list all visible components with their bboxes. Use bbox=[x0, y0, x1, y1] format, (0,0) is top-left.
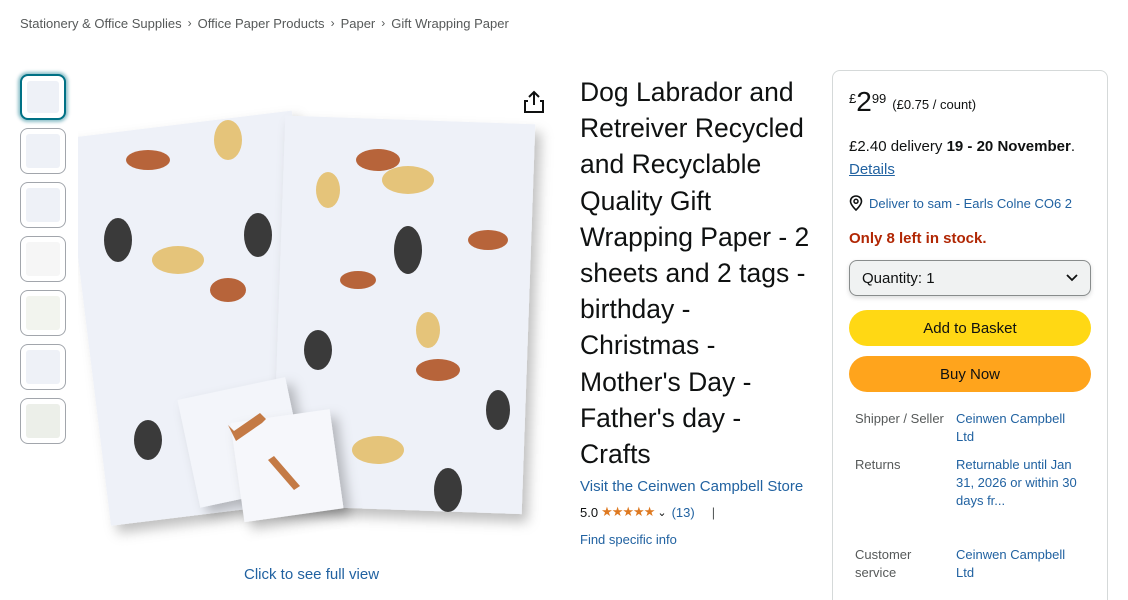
thumbnail-image[interactable] bbox=[20, 290, 66, 336]
star-rating-icon[interactable]: ★★★★★ bbox=[601, 504, 655, 520]
info-row-customer-service: Customer service Ceinwen Campbell Ltd bbox=[849, 546, 1091, 582]
breadcrumb-separator: › bbox=[381, 16, 386, 30]
deliver-to-text: Deliver to sam - Earls Colne CO6 2 bbox=[869, 195, 1073, 211]
info-key: Shipper / Seller bbox=[855, 411, 944, 426]
breadcrumb-item[interactable]: Office Paper Products bbox=[198, 16, 325, 31]
info-key: Customer service bbox=[855, 547, 912, 580]
delivery-prefix: £2.40 delivery bbox=[849, 138, 943, 155]
thumbnail-image[interactable] bbox=[20, 398, 66, 444]
price: £ 2 99 (£0.75 / count) bbox=[849, 87, 1091, 117]
customer-service-link[interactable]: Ceinwen Campbell Ltd bbox=[956, 546, 1086, 582]
quantity-select[interactable]: Quantity: 1 bbox=[849, 260, 1091, 296]
thumbnail-image[interactable] bbox=[20, 182, 66, 228]
seller-info-table: Shipper / Seller Ceinwen Campbell Ltd Re… bbox=[849, 410, 1091, 582]
unit-price: (£0.75 / count) bbox=[892, 97, 977, 112]
stock-status: Only 8 left in stock. bbox=[849, 230, 987, 247]
find-info-link[interactable]: Find specific info bbox=[580, 532, 812, 547]
product-title: Dog Labrador and Retreiver Recycled and … bbox=[580, 77, 810, 470]
rating-value: 5.0 bbox=[580, 504, 599, 520]
breadcrumb-separator: › bbox=[187, 16, 192, 30]
share-icon[interactable] bbox=[520, 88, 548, 116]
delivery-info: £2.40 delivery 19 - 20 November. Details bbox=[849, 135, 1091, 181]
review-count-link[interactable]: (13) bbox=[672, 505, 695, 520]
returns-link[interactable]: Returnable until Jan 31, 2026 or within … bbox=[956, 456, 1086, 510]
price-fraction: 99 bbox=[871, 91, 887, 106]
breadcrumb-item[interactable]: Gift Wrapping Paper bbox=[391, 16, 509, 31]
rating-row: 5.0 ★★★★★ ⌄ (13) | bbox=[580, 504, 812, 520]
thumbnail-image[interactable] bbox=[20, 236, 66, 282]
details-link[interactable]: Details bbox=[849, 161, 895, 178]
buy-now-button[interactable]: Buy Now bbox=[849, 356, 1091, 392]
product-info: Dog Labrador and Retreiver Recycled and … bbox=[580, 74, 812, 547]
main-product-image[interactable] bbox=[78, 80, 556, 550]
seller-link[interactable]: Ceinwen Campbell Ltd bbox=[956, 410, 1086, 446]
thumbnail-image[interactable] bbox=[20, 74, 66, 120]
buy-box: £ 2 99 (£0.75 / count) £2.40 delivery 19… bbox=[832, 70, 1108, 600]
breadcrumb-item[interactable]: Paper bbox=[341, 16, 376, 31]
breadcrumb: Stationery & Office Supplies › Office Pa… bbox=[20, 16, 509, 31]
breadcrumb-separator: › bbox=[330, 16, 335, 30]
info-row-returns: Returns Returnable until Jan 31, 2026 or… bbox=[849, 456, 1091, 510]
divider: | bbox=[711, 504, 716, 520]
store-link[interactable]: Visit the Ceinwen Campbell Store bbox=[580, 476, 812, 498]
delivery-dates: 19 - 20 November bbox=[946, 138, 1071, 155]
deliver-to-link[interactable]: Deliver to sam - Earls Colne CO6 2 bbox=[849, 195, 1091, 211]
chevron-down-icon[interactable]: ⌄ bbox=[657, 506, 666, 519]
add-to-basket-button[interactable]: Add to Basket bbox=[849, 310, 1091, 346]
quantity-label: Quantity: 1 bbox=[862, 269, 935, 287]
price-currency: £ bbox=[849, 91, 857, 106]
location-pin-icon bbox=[849, 195, 863, 211]
thumbnail-strip bbox=[20, 74, 66, 452]
breadcrumb-item[interactable]: Stationery & Office Supplies bbox=[20, 16, 182, 31]
info-key: Returns bbox=[855, 457, 901, 472]
full-view-link[interactable]: Click to see full view bbox=[244, 566, 379, 583]
thumbnail-image[interactable] bbox=[20, 344, 66, 390]
price-whole: 2 bbox=[856, 86, 872, 117]
delivery-suffix: . bbox=[1070, 138, 1075, 155]
thumbnail-image[interactable] bbox=[20, 128, 66, 174]
chevron-down-icon bbox=[1066, 274, 1078, 282]
info-row-seller: Shipper / Seller Ceinwen Campbell Ltd bbox=[849, 410, 1091, 446]
